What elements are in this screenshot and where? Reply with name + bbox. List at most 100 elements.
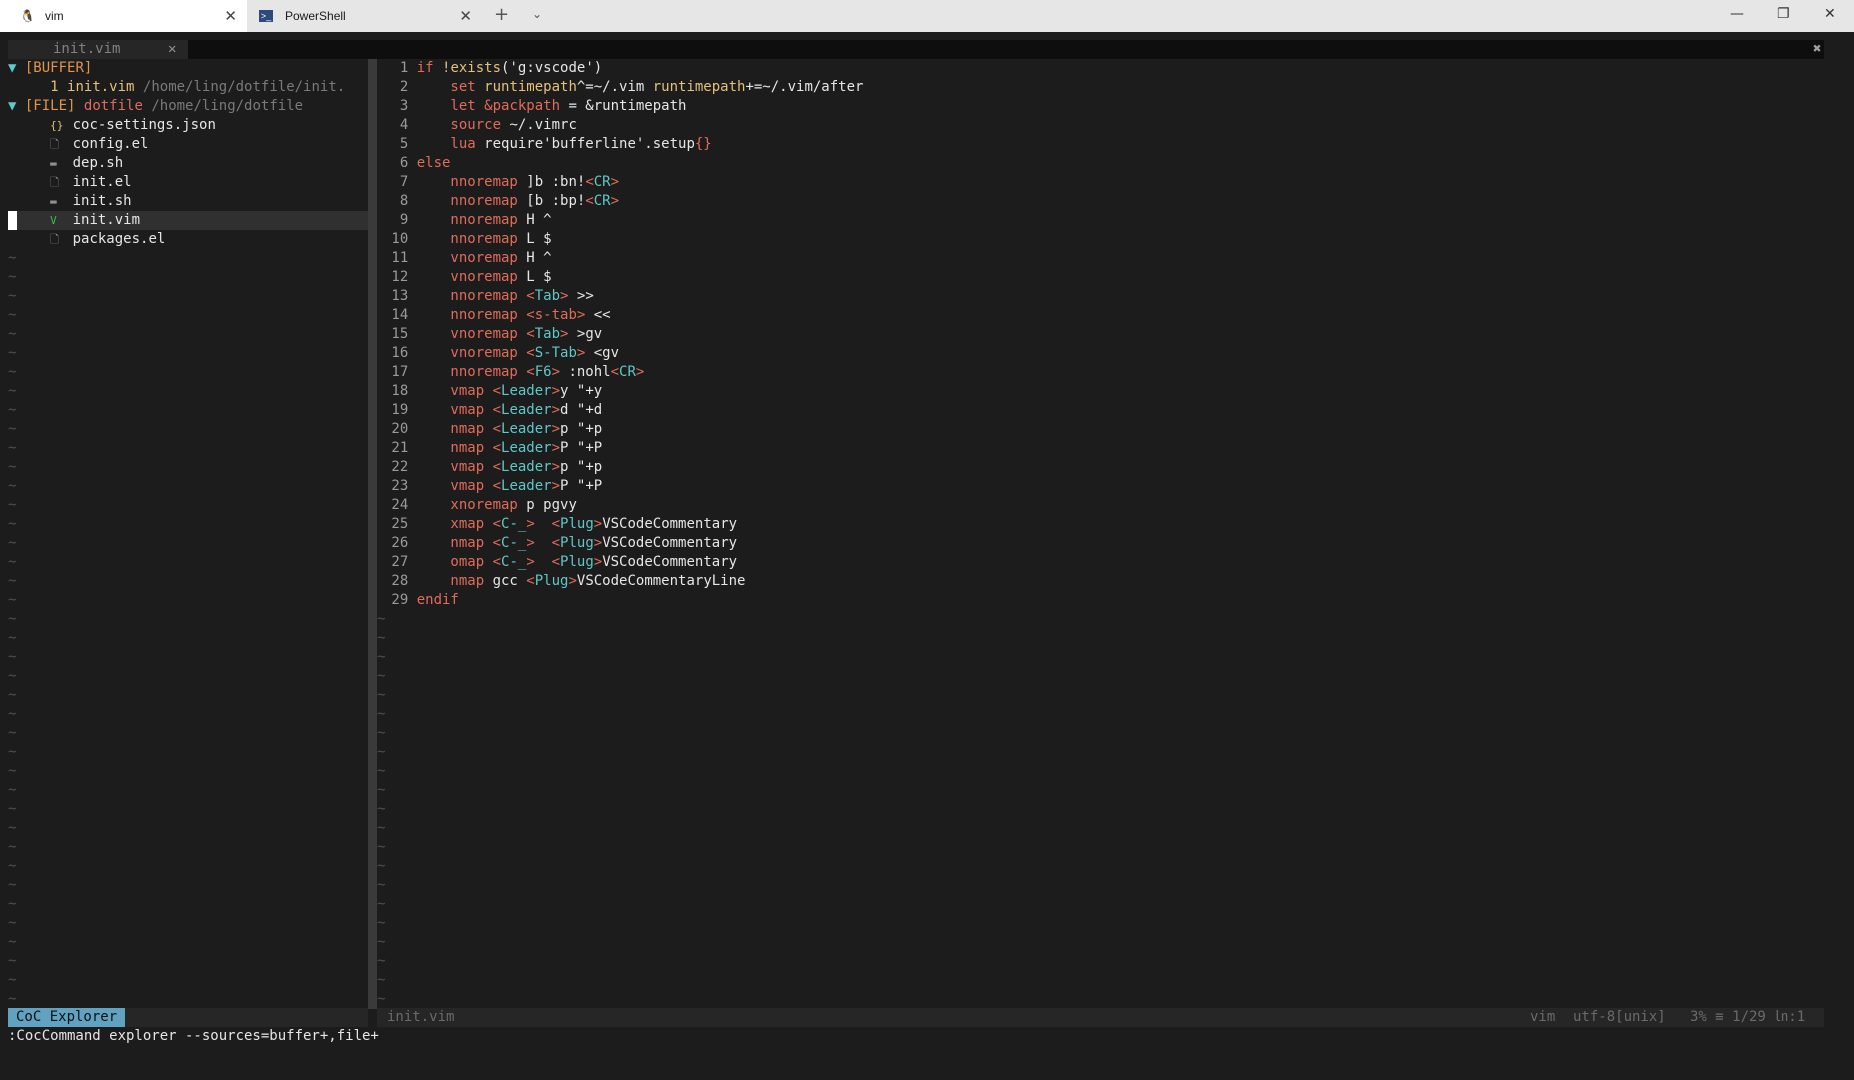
tilde-line: ~ (8, 250, 17, 266)
file-item[interactable]: V init.vim (8, 211, 140, 230)
code-line: 1 if !exists('g:vscode') (383, 60, 603, 76)
tilde-line: ~ (8, 269, 17, 285)
code-line: 4 source ~/.vimrc (383, 117, 577, 133)
tilde-line: ~ (8, 630, 17, 646)
tilde-line: ~ (377, 630, 386, 646)
line-number: 5 (383, 136, 417, 152)
line-number: 27 (383, 554, 417, 570)
tilde-line: ~ (377, 782, 386, 798)
close-tab-icon[interactable]: ✕ (459, 7, 472, 25)
tilde-line: ~ (377, 877, 386, 893)
line-number: 2 (383, 79, 417, 95)
file-header[interactable]: ▼ [FILE] dotfile /home/ling/dotfile (8, 97, 303, 116)
line-number: 7 (383, 174, 417, 190)
tilde-line: ~ (377, 744, 386, 760)
command-line[interactable]: :CocCommand explorer --sources=buffer+,f… (8, 1027, 379, 1046)
line-number: 14 (383, 307, 417, 323)
explorer-statusline: CoC Explorer (8, 1008, 368, 1027)
tilde-line: ~ (377, 725, 386, 741)
line-number: 8 (383, 193, 417, 209)
code-line: 22 vmap <Leader>p "+p (383, 459, 603, 475)
tilde-line: ~ (8, 611, 17, 627)
code-line: 11 vnoremap H ^ (383, 250, 552, 266)
tilde-line: ~ (8, 972, 17, 988)
tilde-line: ~ (8, 554, 17, 570)
line-number: 29 (383, 592, 417, 608)
close-window-button[interactable]: ✕ (1824, 6, 1836, 22)
new-tab-button[interactable]: + (494, 4, 509, 25)
tilde-line: ~ (8, 573, 17, 589)
file-name: init.sh (64, 193, 132, 209)
file-icon: 🗋 (50, 138, 60, 151)
title-bar: 🐧 vim ✕ >_ PowerShell ✕ + ⌄ — ❐ ✕ (0, 0, 1854, 32)
tilde-line: ~ (377, 611, 386, 627)
vim-tab-current[interactable]: init.vim ✕ (8, 40, 188, 59)
file-name: coc-settings.json (64, 117, 216, 133)
file-item[interactable]: 🗋 init.el (8, 173, 131, 192)
minimize-button[interactable]: — (1730, 6, 1744, 22)
line-number: 23 (383, 478, 417, 494)
line-number: 15 (383, 326, 417, 342)
powershell-icon: >_ (259, 10, 273, 22)
statusline-encoding: utf-8[unix] (1573, 1009, 1666, 1025)
tilde-line: ~ (377, 801, 386, 817)
tab-vim[interactable]: 🐧 vim ✕ (0, 0, 247, 32)
line-number: 9 (383, 212, 417, 228)
code-line: 15 vnoremap <Tab> >gv (383, 326, 603, 342)
tilde-line: ~ (377, 687, 386, 703)
close-tab-icon[interactable]: ✕ (224, 7, 237, 25)
tilde-line: ~ (8, 668, 17, 684)
maximize-button[interactable]: ❐ (1777, 6, 1790, 22)
tilde-line: ~ (8, 440, 17, 456)
tilde-line: ~ (8, 345, 17, 361)
linux-penguin-icon: 🐧 (20, 9, 35, 23)
line-number: 17 (383, 364, 417, 380)
file-item[interactable]: ▬ init.sh (8, 192, 132, 211)
file-item[interactable]: 🗋 packages.el (8, 230, 165, 249)
tilde-line: ~ (8, 383, 17, 399)
file-name: packages.el (64, 231, 166, 247)
statusline-filetype: vim (1530, 1009, 1556, 1025)
editor-statusline: init.vim vim utf-8[unix] 3% ≡ 1/29 ㏑:1 (377, 1008, 1824, 1027)
vim-tabline: init.vim ✕ ✖ (8, 40, 1824, 59)
file-item[interactable]: ▬ dep.sh (8, 154, 123, 173)
tilde-line: ~ (377, 934, 386, 950)
buffer-item[interactable]: 1 init.vim /home/ling/dotfile/init. (8, 78, 345, 97)
tab-powershell[interactable]: >_ PowerShell ✕ (247, 0, 482, 32)
chevron-down-icon[interactable]: ⌄ (532, 7, 542, 21)
line-number: 25 (383, 516, 417, 532)
file-item[interactable]: 🗋 config.el (8, 135, 148, 154)
line-number: 13 (383, 288, 417, 304)
code-line: 19 vmap <Leader>d "+d (383, 402, 603, 418)
tilde-line: ~ (8, 421, 17, 437)
line-number: 4 (383, 117, 417, 133)
code-line: 25 xmap <C-_> <Plug>VSCodeCommentary (383, 516, 738, 532)
tilde-line: ~ (8, 858, 17, 874)
code-line: 10 nnoremap L $ (383, 231, 552, 247)
tilde-line: ~ (8, 307, 17, 323)
code-line: 18 vmap <Leader>y "+y (383, 383, 603, 399)
line-number: 18 (383, 383, 417, 399)
chevron-down-icon: ▼ (8, 60, 17, 76)
line-number: 21 (383, 440, 417, 456)
code-line: 28 nmap gcc <Plug>VSCodeCommentaryLine (383, 573, 746, 589)
close-icon[interactable]: ✖ (1813, 40, 1821, 59)
code-line: 13 nnoremap <Tab> >> (383, 288, 594, 304)
tilde-line: ~ (8, 478, 17, 494)
code-line: 7 nnoremap ]b :bn!<CR> (383, 174, 620, 190)
vim-icon: V (50, 214, 57, 227)
code-line: 6 else (383, 155, 451, 171)
line-number: 3 (383, 98, 417, 114)
tilde-line: ~ (8, 687, 17, 703)
tilde-line: ~ (8, 934, 17, 950)
tilde-line: ~ (377, 763, 386, 779)
code-line: 26 nmap <C-_> <Plug>VSCodeCommentary (383, 535, 738, 551)
window-separator[interactable] (368, 59, 377, 1009)
terminal-area[interactable] (0, 32, 1854, 1080)
buffer-header[interactable]: ▼ [BUFFER] (8, 59, 92, 78)
file-item[interactable]: {} coc-settings.json (8, 116, 216, 135)
mode-badge: CoC Explorer (8, 1008, 126, 1027)
tilde-line: ~ (377, 668, 386, 684)
close-icon[interactable]: ✕ (168, 40, 176, 59)
line-number: 16 (383, 345, 417, 361)
